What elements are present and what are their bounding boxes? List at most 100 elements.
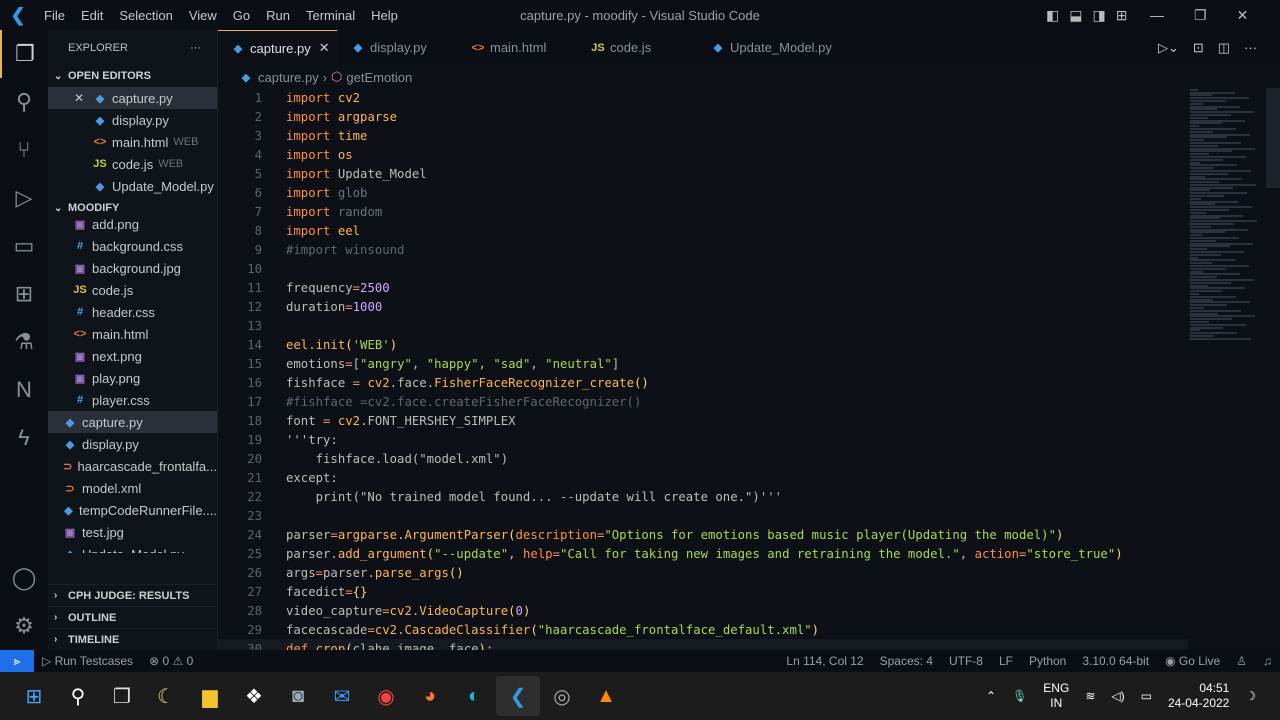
breadcrumb-symbol[interactable]: getEmotion <box>346 70 412 85</box>
tab-main-html[interactable]: <> main.html <box>458 30 578 65</box>
file-item[interactable]: ◆ capture.py <box>48 411 217 433</box>
settings-gear-icon[interactable]: ⚙ <box>0 602 48 650</box>
mail-icon[interactable]: ✉ <box>320 676 364 716</box>
close-icon[interactable]: ✕ <box>74 91 92 105</box>
wifi-icon[interactable]: ≋ <box>1085 689 1095 703</box>
tab-update-model-py[interactable]: ◆ Update_Model.py <box>698 30 838 65</box>
file-item[interactable]: ◆ display.py <box>48 433 217 455</box>
search-icon[interactable]: ⚲ <box>56 676 100 716</box>
remote-explorer-icon[interactable]: ▭ <box>0 222 48 270</box>
close-window-button[interactable]: ✕ <box>1237 7 1249 24</box>
file-item[interactable]: JS code.js WEB <box>48 153 217 175</box>
clock[interactable]: 04:51 24-04-2022 <box>1168 681 1229 711</box>
widgets-icon[interactable]: ☾ <box>144 676 188 716</box>
file-item[interactable]: ▣ play.png <box>48 367 217 389</box>
vscode-taskbar-icon[interactable]: ❮ <box>496 676 540 716</box>
account-icon[interactable]: ◯ <box>0 554 48 602</box>
start-icon[interactable]: ⊞ <box>12 676 56 716</box>
toggle-panel-icon[interactable]: ⬓ <box>1069 7 1082 24</box>
section-cph-judge[interactable]: › CPH JUDGE: RESULTS <box>48 584 217 606</box>
file-item[interactable]: ▣ next.png <box>48 345 217 367</box>
camera-icon[interactable]: ◙ <box>276 676 320 716</box>
dropbox-icon[interactable]: ❖ <box>232 676 276 716</box>
file-item[interactable]: ▣ background.jpg <box>48 257 217 279</box>
language-mode[interactable]: Python <box>1021 654 1074 668</box>
encoding[interactable]: UTF-8 <box>941 654 991 668</box>
section-outline[interactable]: › OUTLINE <box>48 606 217 628</box>
customize-layout-icon[interactable]: ⊞ <box>1116 7 1128 24</box>
menu-run[interactable]: Run <box>258 8 298 23</box>
split-editor-icon[interactable]: ◫ <box>1218 40 1230 56</box>
extensions-icon[interactable]: ⊞ <box>0 270 48 318</box>
menu-terminal[interactable]: Terminal <box>298 8 363 23</box>
vlc-icon[interactable]: ▲ <box>584 676 628 716</box>
menu-edit[interactable]: Edit <box>73 8 111 23</box>
file-item[interactable]: ⊃ haarcascade_frontalfa... <box>48 455 217 477</box>
menu-help[interactable]: Help <box>363 8 406 23</box>
file-item[interactable]: ◆ display.py <box>48 109 217 131</box>
run-debug-icon[interactable]: ▷ <box>0 174 48 222</box>
file-item[interactable]: ✕ ◆ capture.py <box>48 87 217 109</box>
language-indicator[interactable]: ENG IN <box>1043 681 1069 711</box>
run-testcases-button[interactable]: ▷ Run Testcases <box>34 654 141 668</box>
toggle-secondary-sidebar-icon[interactable]: ◨ <box>1092 7 1105 24</box>
lightning-icon[interactable]: ϟ <box>0 414 48 462</box>
minimap[interactable] <box>1188 88 1268 650</box>
file-item[interactable]: ◆ Update_Model.py <box>48 175 217 197</box>
chrome-icon[interactable]: ◉ <box>364 676 408 716</box>
file-item[interactable]: ◆ Update_Model.py <box>48 543 217 554</box>
notifications-moon-icon[interactable]: ☽ <box>1245 689 1256 703</box>
more-actions-button[interactable]: ··· <box>190 42 201 54</box>
show-hidden-icons-chevron-icon[interactable]: ⌃ <box>986 689 996 703</box>
notifications-bell-icon[interactable]: ♫ <box>1255 654 1280 668</box>
tab-code-js[interactable]: JS code.js <box>578 30 698 65</box>
firefox-icon[interactable]: ◕ <box>408 676 452 716</box>
tab-capture-py[interactable]: ◆ capture.py ✕ <box>218 30 338 65</box>
file-item[interactable]: ▣ test.jpg <box>48 521 217 543</box>
file-item[interactable]: ⊃ model.xml <box>48 477 217 499</box>
volume-icon[interactable]: ◁) <box>1111 689 1124 703</box>
menu-go[interactable]: Go <box>225 8 258 23</box>
microphone-icon[interactable]: 🎙 <box>1012 689 1027 703</box>
file-item[interactable]: # player.css <box>48 389 217 411</box>
task-view-icon[interactable]: ❐ <box>100 676 144 716</box>
file-item[interactable]: ▣ add.png <box>48 213 217 235</box>
file-item[interactable]: <> main.html WEB <box>48 131 217 153</box>
indentation[interactable]: Spaces: 4 <box>872 654 941 668</box>
notion-icon[interactable]: N <box>0 366 48 414</box>
file-explorer-icon[interactable]: ▆ <box>188 676 232 716</box>
remote-indicator-icon[interactable]: ⪢ <box>0 650 34 672</box>
code-editor[interactable]: 1 import cv2 2 import argparse 3 import time 4… <box>218 88 1188 650</box>
minimize-button[interactable]: — <box>1150 7 1164 23</box>
search-icon[interactable]: ⚲ <box>0 78 48 126</box>
problems-button[interactable]: ⊗ 0 ⚠ 0 <box>141 654 201 668</box>
close-tab-icon[interactable]: ✕ <box>319 40 330 56</box>
menu-view[interactable]: View <box>181 8 225 23</box>
menu-file[interactable]: File <box>36 8 73 23</box>
file-item[interactable]: # background.css <box>48 235 217 257</box>
testing-icon[interactable]: ⚗ <box>0 318 48 366</box>
run-icon[interactable]: ▷⌄ <box>1158 40 1179 56</box>
cursor-position[interactable]: Ln 114, Col 12 <box>778 654 871 668</box>
file-item[interactable]: # header.css <box>48 301 217 323</box>
python-interpreter[interactable]: 3.10.0 64-bit <box>1074 654 1157 668</box>
menu-selection[interactable]: Selection <box>111 8 180 23</box>
editor-scrollbar[interactable] <box>1266 88 1280 188</box>
breadcrumb-file[interactable]: capture.py <box>258 70 319 85</box>
go-live-button[interactable]: ◉ Go Live <box>1157 654 1228 668</box>
file-item[interactable]: ◆ tempCodeRunnerFile.... <box>48 499 217 521</box>
app-icon[interactable]: ◎ <box>540 676 584 716</box>
section-timeline[interactable]: › TIMELINE <box>48 628 217 650</box>
file-item[interactable]: JS code.js <box>48 279 217 301</box>
toggle-sidebar-icon[interactable]: ◧ <box>1046 7 1059 24</box>
more-icon[interactable]: ··· <box>1244 40 1257 55</box>
explorer-icon[interactable]: ❐ <box>0 30 48 78</box>
line-ending[interactable]: LF <box>991 654 1021 668</box>
open-preview-icon[interactable]: ⊡ <box>1193 40 1204 56</box>
file-item[interactable]: <> main.html <box>48 323 217 345</box>
open-editors-section[interactable]: ⌄ OPEN EDITORS <box>48 65 217 87</box>
battery-icon[interactable]: ▭ <box>1141 689 1152 703</box>
source-control-icon[interactable]: ⑂ <box>0 126 48 174</box>
accounts-icon[interactable]: ♙ <box>1228 654 1255 668</box>
tab-display-py[interactable]: ◆ display.py <box>338 30 458 65</box>
